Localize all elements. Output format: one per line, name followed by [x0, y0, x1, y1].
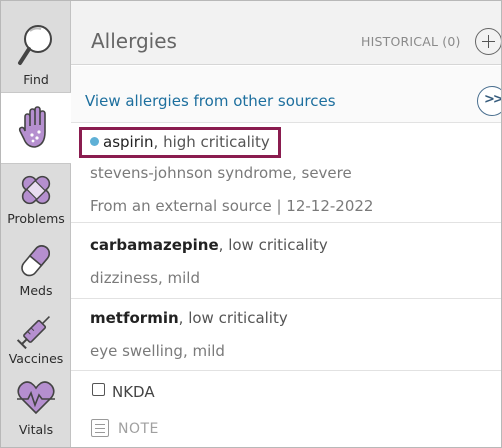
sidebar-item-vitals[interactable]: Vitals [1, 370, 71, 447]
allergy-item[interactable]: metformin, low criticality eye swelling,… [71, 299, 501, 371]
nkda-label: NKDA [112, 383, 155, 401]
nkda-row: NKDA [71, 371, 501, 411]
sidebar-item-allergies[interactable] [1, 92, 71, 164]
external-source-dot-icon [90, 137, 99, 146]
historical-button[interactable]: HISTORICAL (0) [361, 34, 461, 49]
sidebar-item-label: Vaccines [8, 351, 64, 366]
other-sources-row: View allergies from other sources >> [71, 66, 501, 123]
allergy-item[interactable]: aspirin, high criticality stevens-johnso… [71, 124, 501, 223]
sidebar-item-label: Find [23, 72, 49, 87]
allergy-source: From an external source | 12-12-2022 [90, 197, 374, 215]
sidebar-item-problems[interactable]: Problems [1, 164, 71, 234]
sidebar-item-meds[interactable]: Meds [1, 234, 71, 302]
allergy-title: aspirin, high criticality [90, 133, 270, 151]
note-row: NOTE [71, 411, 501, 447]
note-icon[interactable] [91, 419, 109, 437]
sidebar-item-find[interactable]: Find [1, 1, 71, 92]
allergy-drug: carbamazepine [90, 236, 219, 254]
double-chevron-right-icon[interactable]: >> [477, 86, 501, 116]
nkda-checkbox[interactable] [92, 383, 105, 396]
allergy-title: metformin, low criticality [90, 309, 288, 327]
allergy-drug: metformin [90, 309, 179, 327]
allergies-panel: Allergies HISTORICAL (0) View allergies … [71, 1, 501, 447]
note-button[interactable]: NOTE [118, 421, 159, 437]
plus-circle-icon[interactable] [475, 28, 501, 55]
sidebar: Find Problems Meds Vaccines Vitals [1, 1, 71, 447]
pill-icon [21, 245, 51, 277]
allergy-criticality: , low criticality [218, 236, 328, 254]
allergy-hand-icon [18, 106, 46, 148]
magnifier-icon [18, 25, 52, 65]
allergy-reaction: dizziness, mild [90, 269, 200, 287]
allergy-title: carbamazepine, low criticality [90, 236, 328, 254]
sidebar-item-label: Problems [7, 211, 65, 226]
allergy-criticality: , low criticality [178, 309, 288, 327]
panel-header: Allergies HISTORICAL (0) [71, 1, 501, 65]
allergy-criticality: , high criticality [153, 133, 270, 151]
app-window: Find Problems Meds Vaccines Vitals Aller… [0, 0, 502, 448]
heart-pulse-icon [17, 381, 55, 415]
sidebar-item-vaccines[interactable]: Vaccines [1, 302, 71, 370]
bandage-icon [21, 175, 51, 205]
allergy-reaction: eye swelling, mild [90, 342, 225, 360]
sidebar-item-label: Meds [19, 283, 53, 298]
view-other-sources-link[interactable]: View allergies from other sources [85, 92, 336, 110]
page-title: Allergies [91, 29, 177, 53]
sidebar-item-label: Vitals [18, 422, 54, 437]
allergy-item[interactable]: carbamazepine, low criticality dizziness… [71, 223, 501, 299]
allergy-drug: aspirin [103, 133, 154, 151]
syringe-icon [16, 315, 51, 350]
allergy-reaction: stevens-johnson syndrome, severe [90, 164, 352, 182]
